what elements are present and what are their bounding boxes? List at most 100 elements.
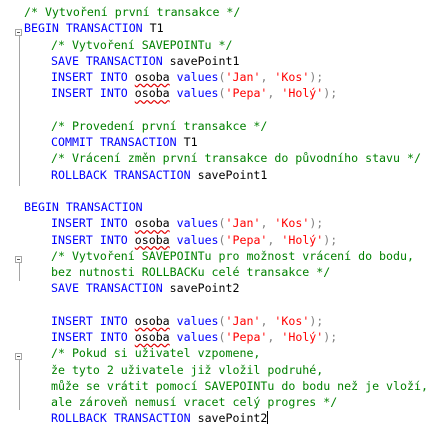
sql-keyword: SAVE TRANSACTION <box>51 53 163 68</box>
sql-comment: /* Vytvoření SAVEPOINTu pro možnost vrác… <box>51 248 414 263</box>
sql-punctuation: ); <box>309 216 324 231</box>
sql-punctuation: ( <box>218 313 226 328</box>
sql-comment: ale zároveň nemusí vracet celý progres *… <box>51 395 338 409</box>
code-line[interactable]: COMMIT TRANSACTION T1 <box>24 134 442 150</box>
sql-keyword: BEGIN TRANSACTION <box>24 200 143 214</box>
sql-keyword: INSERT INTO <box>51 86 128 101</box>
sql-comment: /* Provedení první transakce */ <box>51 118 268 133</box>
sql-identifier: savePoint1 <box>162 53 240 68</box>
sql-keyword: values <box>169 216 219 231</box>
sql-keyword: INSERT INTO <box>51 70 128 84</box>
code-folding-gutter <box>0 0 22 431</box>
code-line[interactable]: BEGIN TRANSACTION <box>24 199 442 215</box>
sql-string-literal: 'Kos' <box>274 216 310 231</box>
sql-keyword: values <box>169 232 219 247</box>
sql-identifier <box>128 314 135 328</box>
code-line[interactable]: SAVE TRANSACTION savePoint2 <box>24 280 442 296</box>
sql-identifier <box>128 330 135 344</box>
sql-punctuation: ( <box>218 86 226 101</box>
sql-keyword: ROLLBACK TRANSACTION <box>51 411 191 426</box>
sql-keyword: INSERT INTO <box>51 313 128 328</box>
table-name-squiggle: osoba <box>134 232 170 247</box>
sql-punctuation: , <box>260 313 275 328</box>
sql-comment: bez nutnosti ROLLBACKu celé transakce */ <box>51 265 331 279</box>
code-line[interactable]: INSERT INTO osoba values('Pepa', 'Holý')… <box>24 85 442 101</box>
sql-comment: /* Vytvoření první transakce */ <box>24 5 241 19</box>
sql-punctuation: ( <box>218 232 226 247</box>
sql-identifier <box>128 86 135 100</box>
code-line[interactable]: INSERT INTO osoba values('Pepa', 'Holý')… <box>24 232 442 248</box>
sql-keyword: INSERT INTO <box>51 232 128 247</box>
sql-keyword: SAVE TRANSACTION <box>51 281 163 296</box>
fold-guide-line <box>19 36 20 186</box>
sql-string-literal: 'Jan' <box>225 313 261 328</box>
sql-string-literal: 'Holý' <box>281 330 324 344</box>
code-line[interactable]: /* Provedení první transakce */ <box>24 118 442 134</box>
sql-punctuation: ); <box>323 86 338 101</box>
sql-keyword: values <box>169 70 219 84</box>
code-line[interactable]: /* Pokud si uživatel vzpomene, <box>24 345 442 361</box>
sql-identifier: savePoint1 <box>190 167 268 182</box>
sql-query-editor[interactable]: /* Vytvoření první transakce */BEGIN TRA… <box>0 0 444 431</box>
sql-identifier: savePoint2 <box>162 281 240 296</box>
sql-identifier <box>128 233 135 247</box>
fold-collapse-icon[interactable] <box>15 353 22 360</box>
table-name-squiggle: osoba <box>134 330 170 344</box>
sql-string-literal: 'Holý' <box>281 86 324 101</box>
code-line[interactable]: /* Vytvoření SAVEPOINTu */ <box>24 37 442 53</box>
code-line[interactable]: INSERT INTO osoba values('Pepa', 'Holý')… <box>24 329 442 345</box>
sql-identifier: savePoint2 <box>190 411 268 426</box>
code-line[interactable]: může se vrátit pomocí SAVEPOINTu do bodu… <box>24 378 442 394</box>
sql-keyword: INSERT INTO <box>51 330 128 344</box>
code-line[interactable]: že tyto 2 uživatele již vložil podruhé, <box>24 362 442 378</box>
fold-collapse-icon[interactable] <box>15 256 22 263</box>
code-line[interactable]: ROLLBACK TRANSACTION savePoint2 <box>24 410 442 426</box>
sql-punctuation: ( <box>218 330 226 344</box>
sql-comment: /* Pokud si uživatel vzpomene, <box>51 346 261 361</box>
table-name-squiggle: osoba <box>134 70 170 84</box>
sql-keyword: ROLLBACK TRANSACTION <box>51 167 191 182</box>
code-line[interactable]: bez nutnosti ROLLBACKu celé transakce */ <box>24 264 442 280</box>
sql-string-literal: 'Pepa' <box>225 232 268 247</box>
sql-punctuation: ( <box>218 70 226 84</box>
sql-punctuation: ); <box>309 313 324 328</box>
sql-keyword: values <box>169 330 219 344</box>
sql-identifier: T1 <box>142 21 164 36</box>
sql-identifier <box>128 216 135 230</box>
sql-punctuation: ); <box>309 70 324 84</box>
sql-string-literal: 'Pepa' <box>225 86 268 101</box>
sql-string-literal: 'Pepa' <box>225 330 268 344</box>
sql-punctuation: , <box>267 330 282 344</box>
code-line[interactable]: /* Vytvoření první transakce */ <box>24 4 442 20</box>
sql-punctuation: , <box>260 216 275 231</box>
sql-comment: může se vrátit pomocí SAVEPOINTu do bodu… <box>51 378 428 393</box>
code-line[interactable]: ale zároveň nemusí vracet celý progres *… <box>24 394 442 410</box>
fold-collapse-icon[interactable] <box>15 29 22 36</box>
sql-string-literal: 'Jan' <box>225 216 261 231</box>
sql-identifier: T1 <box>176 135 198 149</box>
sql-comment: že tyto 2 uživatele již vložil podruhé, <box>51 362 324 377</box>
text-caret <box>267 411 269 425</box>
fold-guide-line <box>19 263 20 281</box>
sql-comment: /* Vytvoření SAVEPOINTu */ <box>51 37 233 52</box>
code-line[interactable]: ​ <box>24 183 442 199</box>
code-line[interactable]: /* Vrácení změn první transakce do původ… <box>24 150 442 166</box>
code-line[interactable]: BEGIN TRANSACTION T1 <box>24 20 442 36</box>
sql-punctuation: ); <box>323 232 338 247</box>
sql-identifier <box>128 70 135 84</box>
code-line[interactable]: ​ <box>24 102 442 118</box>
table-name-squiggle: osoba <box>134 86 170 101</box>
sql-string-literal: 'Kos' <box>274 70 310 84</box>
code-line[interactable]: /* Vytvoření SAVEPOINTu pro možnost vrác… <box>24 248 442 264</box>
sql-keyword: values <box>169 86 219 101</box>
code-line[interactable]: INSERT INTO osoba values('Jan', 'Kos'); <box>24 313 442 329</box>
code-line[interactable]: INSERT INTO osoba values('Jan', 'Kos'); <box>24 69 442 85</box>
code-line[interactable]: INSERT INTO osoba values('Jan', 'Kos'); <box>24 215 442 231</box>
code-text-area[interactable]: /* Vytvoření první transakce */BEGIN TRA… <box>24 4 442 427</box>
sql-string-literal: 'Jan' <box>225 70 261 84</box>
code-line[interactable]: ​ <box>24 297 442 313</box>
sql-keyword: INSERT INTO <box>51 216 128 231</box>
code-line[interactable]: ROLLBACK TRANSACTION savePoint1 <box>24 167 442 183</box>
sql-punctuation: , <box>267 232 282 247</box>
code-line[interactable]: SAVE TRANSACTION savePoint1 <box>24 53 442 69</box>
